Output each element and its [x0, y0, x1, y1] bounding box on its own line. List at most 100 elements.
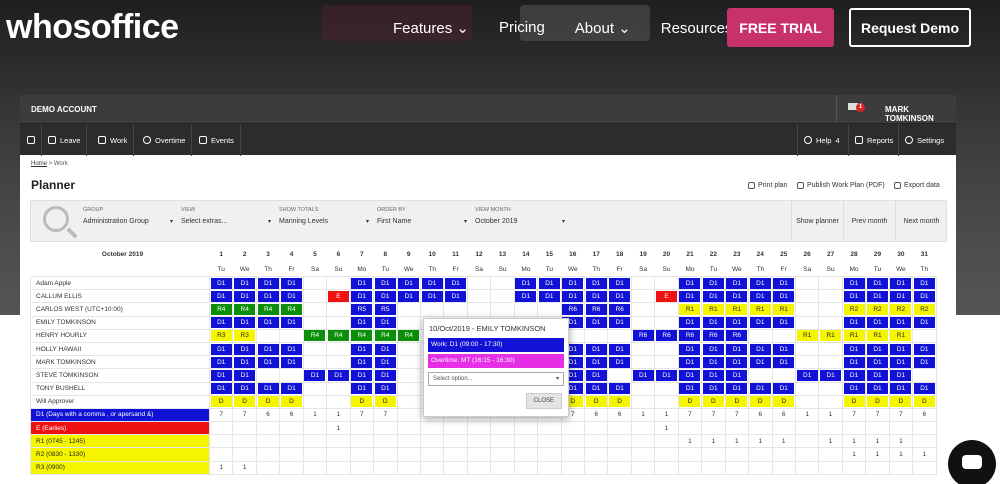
shift-chip[interactable]: D1: [749, 277, 771, 289]
planner-cell[interactable]: D1: [865, 368, 890, 383]
planner-cell[interactable]: D: [349, 394, 375, 409]
planner-cell[interactable]: D1: [279, 275, 304, 291]
planner-cell[interactable]: D1: [794, 368, 820, 383]
planner-cell[interactable]: R4: [373, 328, 398, 343]
shift-chip[interactable]: R6: [632, 330, 654, 342]
planner-cell[interactable]: [654, 341, 679, 357]
shift-chip[interactable]: R1: [679, 303, 701, 315]
planner-cell[interactable]: D1: [419, 289, 445, 304]
planner-cell[interactable]: D1: [677, 341, 703, 357]
shift-chip[interactable]: D1: [656, 369, 678, 381]
planner-cell[interactable]: [607, 368, 632, 383]
shift-chip[interactable]: R4: [327, 330, 349, 342]
shift-chip[interactable]: D1: [890, 356, 912, 368]
shift-chip[interactable]: R1: [843, 330, 865, 342]
site-logo[interactable]: whosoffice: [6, 8, 179, 47]
shift-chip[interactable]: R1: [796, 330, 818, 342]
shift-chip[interactable]: D1: [585, 343, 607, 355]
planner-cell[interactable]: [818, 315, 843, 330]
planner-cell[interactable]: [794, 302, 820, 317]
shift-chip[interactable]: D1: [398, 290, 420, 302]
planner-cell[interactable]: [326, 381, 351, 396]
planner-cell[interactable]: R6: [724, 328, 750, 343]
planner-cell[interactable]: [326, 355, 351, 370]
planner-cell[interactable]: D: [583, 394, 609, 409]
shift-chip[interactable]: D: [234, 396, 256, 408]
shift-chip[interactable]: D1: [609, 343, 631, 355]
shift-chip[interactable]: D1: [890, 277, 912, 289]
planner-cell[interactable]: D1: [912, 381, 937, 396]
shift-chip[interactable]: D1: [210, 356, 232, 368]
shift-chip[interactable]: D: [281, 396, 303, 408]
shift-chip[interactable]: D1: [374, 277, 396, 289]
shift-chip[interactable]: D1: [210, 277, 232, 289]
planner-cell[interactable]: [490, 289, 515, 304]
planner-cell[interactable]: [771, 368, 796, 383]
planner-cell[interactable]: R1: [677, 302, 703, 317]
planner-cell[interactable]: [396, 315, 421, 330]
shift-chip[interactable]: R3: [234, 330, 256, 342]
shift-chip[interactable]: D1: [796, 369, 818, 381]
shift-chip[interactable]: D1: [210, 343, 232, 355]
planner-cell[interactable]: D1: [677, 275, 703, 291]
planner-cell[interactable]: D1: [607, 275, 632, 291]
shift-chip[interactable]: R4: [234, 303, 256, 315]
planner-cell[interactable]: D1: [279, 355, 304, 370]
shift-chip[interactable]: D1: [585, 290, 607, 302]
planner-cell[interactable]: [818, 381, 843, 396]
planner-cell[interactable]: [654, 275, 679, 291]
planner-cell[interactable]: D1: [583, 381, 609, 396]
planner-cell[interactable]: [490, 275, 515, 291]
planner-cell[interactable]: D1: [701, 381, 726, 396]
shift-chip[interactable]: D1: [843, 383, 865, 395]
planner-cell[interactable]: D1: [208, 355, 234, 370]
planner-cell[interactable]: D1: [865, 275, 890, 291]
planner-cell[interactable]: D1: [888, 355, 914, 370]
popup-close-button[interactable]: CLOSE: [525, 393, 562, 409]
planner-cell[interactable]: D1: [865, 341, 890, 357]
planner-cell[interactable]: D: [255, 394, 281, 409]
shift-chip[interactable]: R1: [726, 303, 748, 315]
shift-chip[interactable]: D1: [281, 317, 303, 329]
shift-chip[interactable]: D1: [632, 369, 654, 381]
shift-chip[interactable]: D1: [234, 383, 256, 395]
shift-chip[interactable]: R6: [585, 303, 607, 315]
chat-bubble-icon[interactable]: [948, 440, 996, 484]
planner-cell[interactable]: R4: [349, 328, 375, 343]
nav-about[interactable]: About ⌄: [575, 19, 631, 37]
shift-chip[interactable]: D1: [585, 356, 607, 368]
shift-chip[interactable]: D1: [726, 277, 748, 289]
shift-chip[interactable]: D1: [726, 343, 748, 355]
planner-cell[interactable]: [654, 302, 679, 317]
planner-cell[interactable]: D1: [373, 289, 398, 304]
toolbar-leave[interactable]: Leave: [42, 124, 88, 156]
shift-chip[interactable]: D1: [866, 369, 888, 381]
shift-chip[interactable]: D1: [726, 290, 748, 302]
planner-cell[interactable]: D: [373, 394, 398, 409]
planner-cell[interactable]: D1: [724, 355, 750, 370]
planner-cell[interactable]: [607, 328, 632, 343]
planner-cell[interactable]: D1: [373, 315, 398, 330]
shift-chip[interactable]: D1: [281, 356, 303, 368]
shift-chip[interactable]: D1: [679, 343, 701, 355]
planner-cell[interactable]: D1: [677, 381, 703, 396]
planner-cell[interactable]: D1: [255, 275, 281, 291]
shift-chip[interactable]: R1: [773, 303, 795, 315]
planner-cell[interactable]: D1: [701, 368, 726, 383]
toolbar-settings[interactable]: Settings: [898, 124, 950, 156]
planner-cell[interactable]: D1: [888, 289, 914, 304]
planner-cell[interactable]: D1: [279, 341, 304, 357]
planner-cell[interactable]: D1: [279, 315, 304, 330]
planner-cell[interactable]: D1: [771, 341, 796, 357]
shift-chip[interactable]: D1: [374, 383, 396, 395]
planner-cell[interactable]: [302, 355, 328, 370]
planner-cell[interactable]: D1: [537, 289, 562, 304]
planner-cell[interactable]: R1: [888, 328, 914, 343]
planner-cell[interactable]: [794, 394, 820, 409]
planner-cell[interactable]: D1: [232, 315, 257, 330]
planner-cell[interactable]: [748, 368, 773, 383]
employee-name[interactable]: EMILY TOMKINSON: [30, 315, 210, 330]
planner-cell[interactable]: D1: [279, 289, 304, 304]
planner-cell[interactable]: D1: [560, 289, 586, 304]
planner-cell[interactable]: D1: [255, 341, 281, 357]
